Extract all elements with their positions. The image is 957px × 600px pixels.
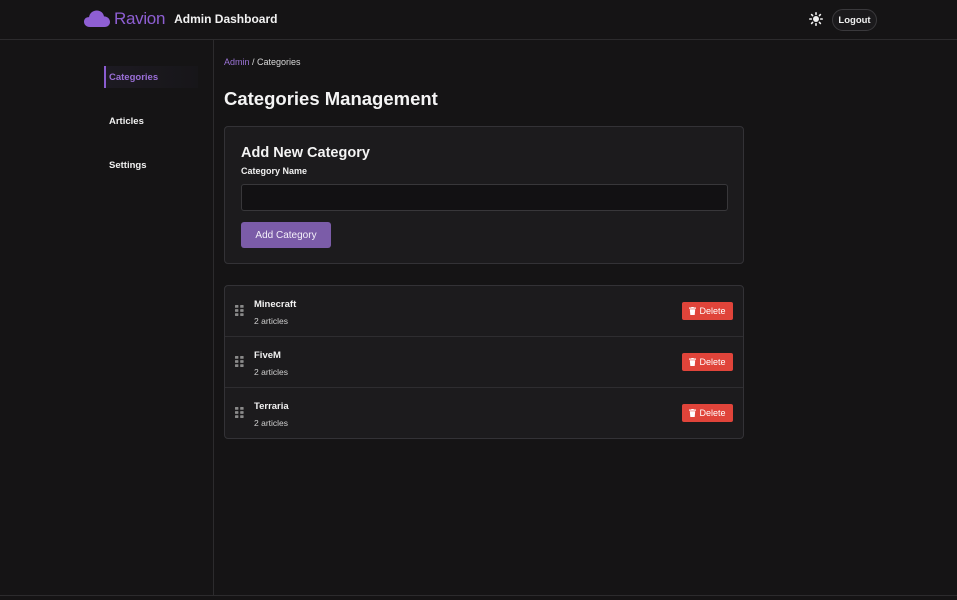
category-name: Terraria: [254, 401, 289, 412]
header-subtitle: Admin Dashboard: [174, 12, 278, 26]
category-article-count: 2 articles: [254, 316, 289, 326]
delete-category-button[interactable]: Delete: [682, 353, 733, 371]
category-row: Minecraft 2 articles Delete: [225, 286, 743, 337]
drag-handle-icon[interactable]: [235, 305, 244, 316]
breadcrumb-admin-link[interactable]: Admin: [224, 57, 250, 67]
sun-icon[interactable]: [809, 12, 823, 26]
cloud-icon: [84, 10, 110, 27]
sidebar-item-settings[interactable]: Settings: [104, 154, 198, 176]
footer-divider: [0, 595, 957, 596]
category-name: FiveM: [254, 350, 281, 361]
brand[interactable]: Ravion Admin Dashboard: [83, 9, 277, 29]
sidebar-item-categories[interactable]: Categories: [104, 66, 198, 88]
delete-label: Delete: [699, 306, 726, 316]
delete-label: Delete: [699, 357, 726, 367]
category-name: Minecraft: [254, 299, 297, 310]
category-list: Minecraft 2 articles Delete FiveM 2 arti…: [224, 285, 744, 439]
logout-button[interactable]: Logout: [832, 9, 877, 31]
category-name-input[interactable]: [241, 184, 728, 211]
add-category-button[interactable]: Add Category: [241, 222, 331, 248]
trash-icon: [689, 409, 697, 417]
trash-icon: [689, 307, 697, 315]
category-row: FiveM 2 articles Delete: [225, 337, 743, 388]
delete-category-button[interactable]: Delete: [682, 302, 733, 320]
sidebar-item-articles[interactable]: Articles: [104, 110, 198, 132]
top-header: Ravion Admin Dashboard Logout: [0, 0, 957, 40]
category-article-count: 2 articles: [254, 418, 289, 428]
category-row: Terraria 2 articles Delete: [225, 388, 743, 438]
brand-name: Ravion: [114, 9, 166, 28]
breadcrumb: Admin / Categories: [224, 57, 301, 67]
drag-handle-icon[interactable]: [235, 407, 244, 418]
page-title: Categories Management: [224, 88, 438, 109]
category-name-label: Category Name: [241, 166, 308, 176]
delete-label: Delete: [699, 408, 726, 418]
category-article-count: 2 articles: [254, 367, 289, 377]
breadcrumb-separator: /: [249, 57, 258, 67]
delete-category-button[interactable]: Delete: [682, 404, 733, 422]
breadcrumb-current: Categories: [257, 57, 301, 67]
drag-handle-icon[interactable]: [235, 356, 244, 367]
add-category-title: Add New Category: [241, 145, 370, 161]
trash-icon: [689, 358, 697, 366]
sidebar: Categories Articles Settings: [0, 40, 214, 595]
add-category-card: Add New Category Category Name Add Categ…: [224, 126, 744, 264]
